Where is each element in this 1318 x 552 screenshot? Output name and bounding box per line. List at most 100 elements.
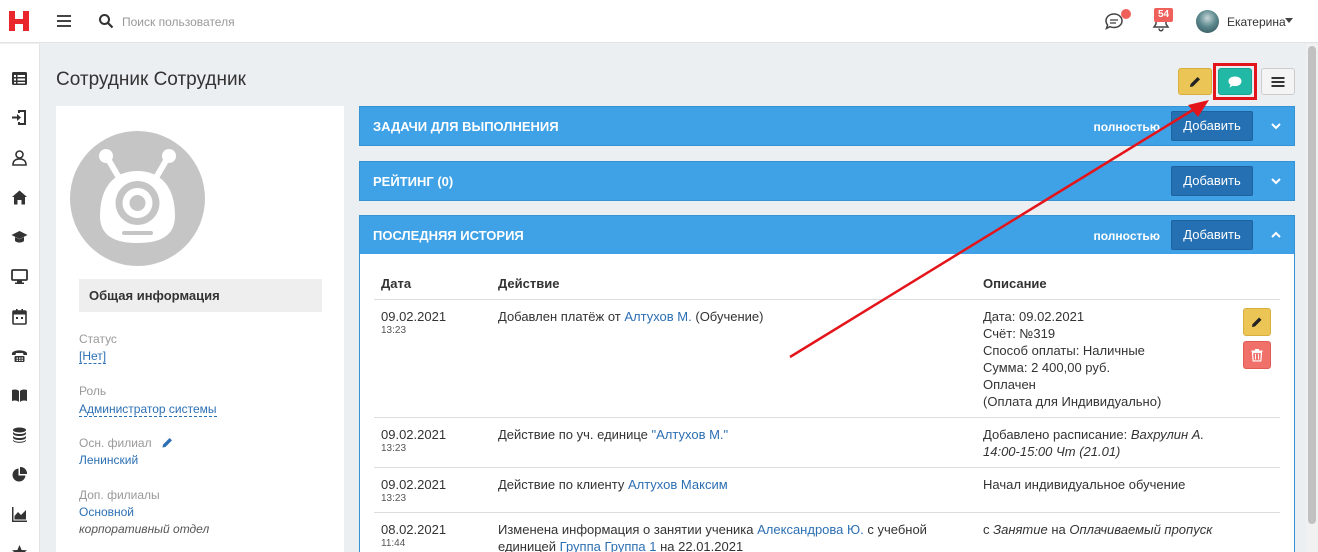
row-time: 13:23 (381, 443, 407, 454)
action-text: (Обучение) (691, 309, 764, 324)
description-line: Сумма: 2 400,00 руб. (983, 360, 1111, 375)
sidebar (0, 44, 40, 552)
extra-branches-label: Доп. филиалы (79, 488, 160, 502)
column-header-date: Дата (374, 270, 491, 300)
scrollbar-thumb[interactable] (1308, 46, 1316, 524)
table-row: 08.02.2021 11:44 Изменена информация о з… (374, 512, 1280, 552)
chevron-up-icon[interactable] (1270, 229, 1282, 241)
main-branch-link[interactable]: Ленинский (79, 453, 138, 467)
pie-chart-icon[interactable] (11, 466, 28, 483)
student-link[interactable]: Александрова Ю. (757, 522, 864, 537)
more-menu-button[interactable] (1261, 68, 1295, 95)
row-date: 09.02.2021 (381, 477, 447, 492)
user-name[interactable]: Екатерина (1227, 15, 1286, 29)
tasks-full-link[interactable]: полностью (1094, 120, 1161, 134)
search-input[interactable] (122, 12, 382, 32)
column-header-description: Описание (976, 270, 1236, 300)
group-link[interactable]: Группа Группа 1 (560, 539, 657, 552)
chevron-down-icon[interactable] (1285, 18, 1293, 23)
description-line: Дата: 09.02.2021 (983, 309, 1085, 324)
search-icon (99, 14, 114, 29)
action-text: Действие по клиенту (498, 477, 628, 492)
profile-avatar-placeholder[interactable] (70, 131, 205, 266)
role-value-link[interactable]: Администратор системы (79, 402, 217, 417)
logo-icon[interactable] (8, 9, 30, 33)
home-icon[interactable] (11, 189, 28, 206)
area-chart-icon[interactable] (11, 506, 28, 523)
calendar-icon[interactable] (11, 308, 28, 325)
description-line: Способ оплаты: Наличные (983, 343, 1145, 358)
action-text: на 22.01.2021 (656, 539, 744, 552)
description-text: Начал индивидуальное обучение (983, 477, 1186, 492)
top-bar: 54 Екатерина (0, 0, 1318, 43)
description-emphasis: Занятие (993, 522, 1048, 537)
star-icon[interactable] (11, 544, 28, 552)
tasks-add-button[interactable]: Добавить (1171, 111, 1253, 141)
row-description-cell: Начал индивидуальное обучение (976, 467, 1236, 513)
annotation-highlight-box (1213, 63, 1257, 100)
page-scrollbar[interactable] (1306, 44, 1318, 552)
history-full-link[interactable]: полностью (1094, 229, 1161, 243)
table-row: 09.02.2021 13:23 Действие по уч. единице… (374, 417, 1280, 468)
row-date-cell: 08.02.2021 11:44 (374, 512, 491, 552)
book-icon[interactable] (11, 387, 28, 404)
row-action-cell: Действие по клиенту Алтухов Максим (491, 467, 976, 513)
description-text: с (983, 522, 994, 537)
row-actions-cell (1236, 467, 1280, 513)
chevron-down-icon[interactable] (1270, 175, 1282, 187)
history-table: Дата Действие Описание 09.02.2021 13:23 … (374, 270, 1280, 552)
description-line: (Оплата для Индивидуально) (983, 394, 1162, 409)
general-info-header: Общая информация (79, 279, 322, 312)
description-text: Добавлено расписание: (983, 427, 1131, 442)
page-title: Сотрудник Сотрудник (56, 69, 246, 90)
description-line: Оплачен (983, 377, 1036, 392)
row-date: 09.02.2021 (381, 427, 447, 442)
chevron-down-icon[interactable] (1270, 120, 1282, 132)
tasks-panel-header[interactable]: ЗАДАЧИ ДЛЯ ВЫПОЛНЕНИЯ полностью Добавить (359, 106, 1295, 146)
coins-icon[interactable] (11, 426, 28, 443)
tasks-panel-title: ЗАДАЧИ ДЛЯ ВЫПОЛНЕНИЯ (373, 119, 559, 134)
main-branch-label: Осн. филиал (79, 436, 152, 450)
delete-row-button[interactable] (1243, 341, 1271, 369)
row-actions-cell (1236, 299, 1280, 418)
chat-unread-dot (1121, 9, 1131, 19)
status-value-link[interactable]: [Нет] (79, 349, 107, 364)
profile-card: Общая информация Статус [Нет] Роль Админ… (56, 106, 344, 552)
table-header-row: Дата Действие Описание (374, 270, 1280, 300)
role-label: Роль (79, 384, 107, 398)
history-add-button[interactable]: Добавить (1171, 220, 1253, 250)
extra-branch-note: корпоративный отдел (79, 522, 210, 536)
row-description-cell: Добавлено расписание: Вахрулин А. 14:00-… (976, 417, 1236, 468)
avatar[interactable] (1196, 10, 1219, 33)
pencil-icon (1252, 317, 1262, 327)
study-unit-link[interactable]: "Алтухов М." (652, 427, 729, 442)
column-header-actions (1236, 270, 1280, 300)
edit-button[interactable] (1178, 68, 1212, 95)
rating-add-button[interactable]: Добавить (1171, 166, 1253, 196)
phone-icon[interactable] (11, 347, 28, 364)
list-icon[interactable] (11, 70, 28, 87)
graduation-cap-icon[interactable] (11, 228, 28, 245)
sign-in-icon[interactable] (11, 109, 28, 126)
row-actions-cell (1236, 417, 1280, 468)
history-panel-header[interactable]: ПОСЛЕДНЯЯ ИСТОРИЯ полностью Добавить (359, 215, 1295, 255)
client-link[interactable]: Алтухов Максим (628, 477, 728, 492)
table-row: 09.02.2021 13:23 Добавлен платёж от Алту… (374, 299, 1280, 418)
edit-row-button[interactable] (1243, 308, 1271, 336)
client-link[interactable]: Алтухов М. (624, 309, 691, 324)
description-line: Счёт: №319 (983, 326, 1056, 341)
row-time: 13:23 (381, 493, 407, 504)
pencil-icon (1190, 76, 1200, 87)
action-text: Изменена информация о занятии ученика (498, 522, 758, 537)
monitor-icon[interactable] (11, 268, 28, 285)
pencil-icon[interactable] (161, 436, 174, 449)
row-action-cell: Изменена информация о занятии ученика Ал… (491, 512, 976, 552)
extra-branch-link[interactable]: Основной (79, 505, 134, 519)
row-time: 11:44 (381, 538, 406, 549)
row-date: 08.02.2021 (381, 522, 447, 537)
user-icon[interactable] (11, 149, 28, 166)
row-date-cell: 09.02.2021 13:23 (374, 417, 491, 468)
menu-icon[interactable] (56, 13, 72, 29)
trash-icon (1251, 349, 1263, 362)
rating-panel-header[interactable]: РЕЙТИНГ (0) Добавить (359, 161, 1295, 201)
